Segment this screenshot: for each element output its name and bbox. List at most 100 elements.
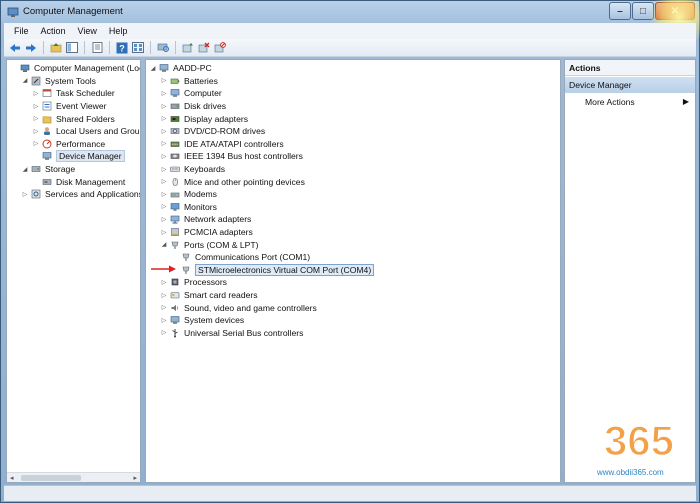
expand-arrow-icon[interactable]: ▷ [160,127,168,135]
expand-arrow-icon[interactable]: ▷ [160,190,168,198]
device-tree-label: IDE ATA/ATAPI controllers [184,138,284,149]
back-icon[interactable] [8,41,22,55]
device-tree-label: Communications Port (COM1) [195,252,311,263]
device-tree-item[interactable]: ▷ PCMCIA adapters [160,226,253,239]
scan-hardware-icon[interactable] [156,41,170,55]
show-tree-icon[interactable] [65,41,79,55]
expand-arrow-icon[interactable]: ▷ [32,102,40,110]
scrollbar-thumb[interactable] [21,475,81,481]
collapse-arrow-icon[interactable]: ◢ [149,64,157,72]
nav-tree-item[interactable]: Disk Management [32,175,125,188]
expand-arrow-icon[interactable]: ▷ [21,190,29,198]
more-actions-arrow-icon[interactable]: ▶ [683,97,689,106]
expand-arrow-icon[interactable]: ▷ [160,215,168,223]
nav-tree-item[interactable]: ◢ System Tools [21,75,96,88]
actions-section-device-manager[interactable]: Device Manager [565,77,695,93]
nav-tree-label: Device Manager [56,150,125,163]
nav-tree-item[interactable]: ▷ Task Scheduler [32,87,115,100]
collapse-arrow-icon[interactable]: ◢ [21,165,29,173]
properties-icon[interactable] [90,41,104,55]
device-tree-item[interactable]: ▷ Keyboards [160,163,225,176]
shared-folders-icon [42,114,52,124]
expand-arrow-icon[interactable]: ▷ [32,127,40,135]
device-tree-item[interactable]: ▷ Smart card readers [160,289,258,302]
expand-arrow-icon[interactable]: ▷ [160,115,168,123]
device-tree-item[interactable]: ▷ Network adapters [160,213,252,226]
expand-arrow-icon[interactable]: ▷ [160,329,168,337]
nav-tree-item[interactable]: Computer Management (Local [10,62,140,75]
expand-arrow-icon[interactable]: ▷ [160,77,168,85]
menu-view[interactable]: View [72,26,103,36]
nav-tree-item[interactable]: ◢ Storage [21,163,75,176]
device-tree-label: Processors [184,277,227,288]
device-tree-item[interactable]: ▷ Computer [160,87,222,100]
device-tree-label: System devices [184,315,245,326]
nav-tree-item[interactable]: Device Manager [32,150,125,163]
expand-arrow-icon[interactable]: ▷ [160,304,168,312]
device-tree-item[interactable]: ▷ IEEE 1394 Bus host controllers [160,150,303,163]
device-tree-item[interactable]: ▷ Monitors [160,201,217,214]
device-tree-item[interactable]: ◢ AADD-PC [149,62,212,75]
modem-icon [170,189,180,199]
expand-arrow-icon[interactable]: ▷ [160,102,168,110]
device-tree-item[interactable]: ▷ Universal Serial Bus controllers [160,327,304,340]
nav-tree-item[interactable]: ▷ Shared Folders [32,112,115,125]
view-icon[interactable] [131,41,145,55]
mouse-icon [170,177,180,187]
expand-arrow-icon[interactable]: ▷ [160,228,168,236]
device-tree-item[interactable]: Communications Port (COM1) [171,251,310,264]
nav-tree-item[interactable]: ▷ Event Viewer [32,100,107,113]
device-tree-item[interactable]: ▷ Display adapters [160,112,248,125]
device-tree-label: Network adapters [184,214,252,225]
expand-arrow-icon[interactable]: ▷ [32,89,40,97]
up-folder-icon[interactable] [49,41,63,55]
device-tree-item[interactable]: ▷ Processors [160,276,227,289]
expand-arrow-icon[interactable]: ▷ [160,316,168,324]
minimize-button[interactable]: – [609,2,631,20]
expand-arrow-icon[interactable]: ▷ [160,165,168,173]
device-manager-icon [42,151,52,161]
device-tree-item[interactable]: ▷ Batteries [160,75,218,88]
nav-tree-item[interactable]: ▷ Local Users and Groups [32,125,140,138]
nav-tree-label: Disk Management [56,176,126,187]
close-button[interactable]: ✕ [655,2,695,20]
expand-arrow-icon[interactable]: ▷ [160,140,168,148]
disable-icon[interactable] [213,41,227,55]
collapse-arrow-icon[interactable]: ◢ [160,241,168,249]
expand-arrow-icon[interactable]: ▷ [160,203,168,211]
uninstall-icon[interactable] [197,41,211,55]
expand-arrow-icon[interactable]: ▷ [32,115,40,123]
expand-arrow-icon[interactable]: ▷ [32,140,40,148]
expand-arrow-icon[interactable]: ▷ [160,152,168,160]
device-tree-item[interactable]: ◢ Ports (COM & LPT) [160,238,259,251]
expand-arrow-icon[interactable]: ▷ [160,89,168,97]
nav-tree-label: Event Viewer [56,101,107,112]
expand-arrow-icon[interactable]: ▷ [160,291,168,299]
device-tree-item[interactable]: ▷ Mice and other pointing devices [160,175,305,188]
device-tree-item[interactable]: ▷ Disk drives [160,100,226,113]
menu-file[interactable]: File [8,26,35,36]
scroll-right-arrow[interactable]: ▸ [133,474,137,482]
device-tree-item[interactable]: ▷ Sound, video and game controllers [160,301,317,314]
disk-drive-icon [170,101,180,111]
collapse-arrow-icon[interactable]: ◢ [21,77,29,85]
device-tree-item[interactable]: ▷ Modems [160,188,217,201]
expand-arrow-icon[interactable]: ▷ [160,278,168,286]
menu-help[interactable]: Help [103,26,134,36]
expand-arrow-icon[interactable]: ▷ [160,178,168,186]
more-actions-link[interactable]: More Actions [585,97,635,107]
device-tree-item[interactable]: ▷ DVD/CD-ROM drives [160,125,265,138]
menu-action[interactable]: Action [35,26,72,36]
nav-tree-item[interactable]: ▷ Performance [32,138,106,151]
device-tree-item[interactable]: ▷ System devices [160,314,245,327]
nav-tree-item[interactable]: ▷ Services and Applications [21,188,140,201]
device-tree-label: PCMCIA adapters [184,227,253,238]
help-icon[interactable]: ? [115,41,129,55]
device-tree-item[interactable]: ▷ IDE ATA/ATAPI controllers [160,138,284,151]
maximize-button[interactable]: □ [632,2,654,20]
horizontal-scrollbar[interactable]: ◂ ▸ [7,472,140,482]
forward-icon[interactable] [24,41,38,55]
update-driver-icon[interactable] [181,41,195,55]
scroll-left-arrow[interactable]: ◂ [10,474,14,482]
device-tree-item[interactable]: STMicroelectronics Virtual COM Port (COM… [171,263,375,277]
